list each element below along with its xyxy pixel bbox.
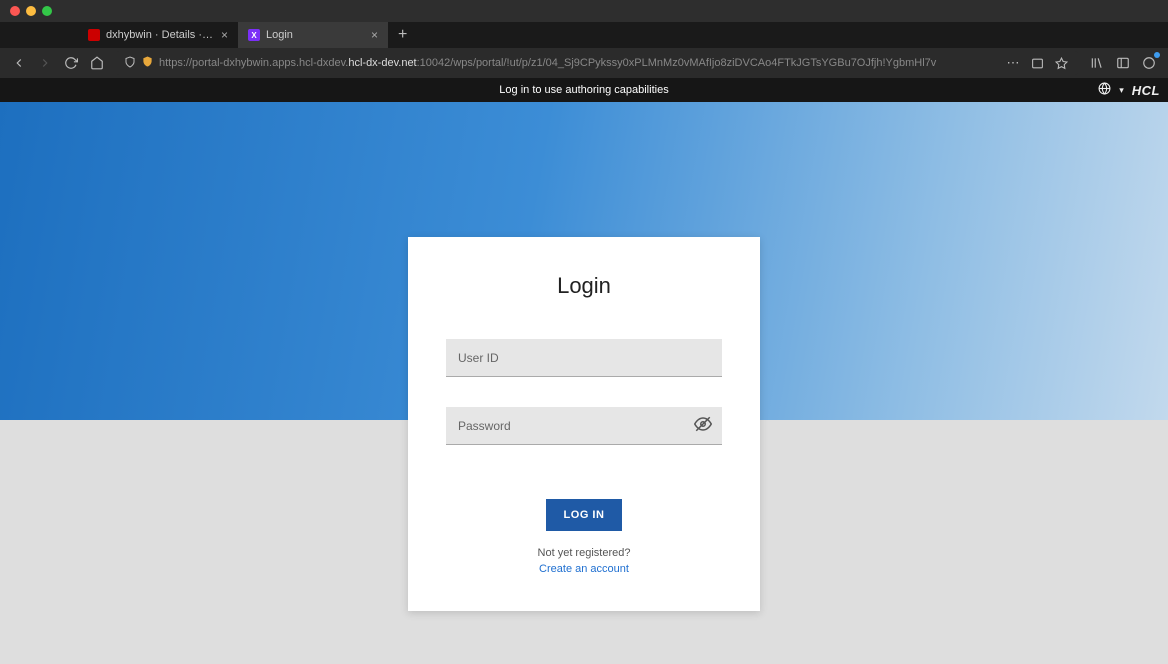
not-registered-text: Not yet registered? — [538, 547, 631, 559]
new-tab-button[interactable]: + — [388, 22, 417, 48]
browser-tabs-row: dxhybwin · Details · Red Hat O… × X Logi… — [0, 22, 1168, 48]
url-suffix: :10042/wps/portal/!ut/p/z1/04_Sj9CPykssy… — [417, 57, 937, 69]
mac-titlebar — [0, 0, 1168, 22]
user-id-placeholder: User ID — [458, 351, 499, 365]
browser-tab-login[interactable]: X Login × — [238, 22, 388, 48]
login-title: Login — [557, 273, 611, 299]
tab-label: Login — [266, 29, 365, 41]
bookmark-star-icon[interactable] — [1052, 54, 1070, 72]
close-icon[interactable]: × — [371, 29, 378, 41]
reader-icon[interactable] — [1028, 54, 1046, 72]
reload-icon[interactable] — [62, 54, 80, 72]
window-minimize-icon[interactable] — [26, 6, 36, 16]
user-id-field[interactable]: User ID — [446, 339, 722, 377]
eye-hidden-icon[interactable] — [694, 415, 712, 436]
sidebar-icon[interactable] — [1114, 54, 1132, 72]
url-prefix: https://portal-dxhybwin.apps.hcl-dxdev. — [159, 57, 348, 69]
login-favicon-icon: X — [248, 29, 260, 41]
nav-icons-right — [1088, 54, 1158, 72]
redhat-favicon-icon — [88, 29, 100, 41]
library-icon[interactable] — [1088, 54, 1106, 72]
login-button[interactable]: LOG IN — [546, 499, 623, 531]
page-content: Login User ID Password LOG IN Not yet re… — [0, 102, 1168, 664]
password-field[interactable]: Password — [446, 407, 722, 445]
globe-icon[interactable] — [1098, 82, 1111, 98]
home-icon[interactable] — [88, 54, 106, 72]
browser-toolbar: https://portal-dxhybwin.apps.hcl-dxdev.h… — [0, 48, 1168, 78]
url-text: https://portal-dxhybwin.apps.hcl-dxdev.h… — [159, 57, 998, 69]
lock-warning-icon[interactable] — [142, 56, 153, 70]
browser-tab-redhat[interactable]: dxhybwin · Details · Red Hat O… × — [78, 22, 238, 48]
ellipsis-icon[interactable]: ⋯ — [1004, 54, 1022, 72]
window-zoom-icon[interactable] — [42, 6, 52, 16]
password-placeholder: Password — [458, 419, 511, 433]
dropdown-caret-icon[interactable]: ▾ — [1119, 85, 1124, 96]
close-icon[interactable]: × — [221, 29, 228, 41]
notice-text: Log in to use authoring capabilities — [499, 84, 668, 96]
nav-icons-left — [10, 54, 106, 72]
back-icon[interactable] — [10, 54, 28, 72]
url-domain: hcl-dx-dev.net — [348, 57, 416, 69]
login-card: Login User ID Password LOG IN Not yet re… — [408, 237, 760, 611]
extension-icon[interactable] — [1140, 54, 1158, 72]
create-account-link[interactable]: Create an account — [539, 563, 629, 575]
notice-bar-right: ▾ HCL — [1098, 82, 1160, 98]
authoring-notice-bar: Log in to use authoring capabilities ▾ H… — [0, 78, 1168, 102]
url-bar[interactable]: https://portal-dxhybwin.apps.hcl-dxdev.h… — [116, 51, 1078, 75]
forward-icon — [36, 54, 54, 72]
window-close-icon[interactable] — [10, 6, 20, 16]
shield-icon[interactable] — [124, 56, 136, 71]
hcl-brand-logo: HCL — [1132, 83, 1160, 98]
tab-label: dxhybwin · Details · Red Hat O… — [106, 29, 215, 41]
